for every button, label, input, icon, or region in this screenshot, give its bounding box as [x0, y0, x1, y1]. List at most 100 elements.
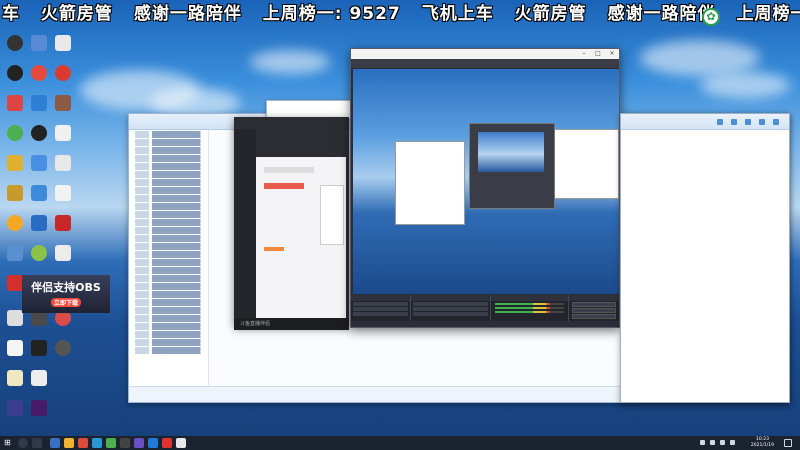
desktop-icon[interactable] [3, 65, 27, 81]
desktop-icon[interactable] [27, 400, 51, 416]
list-item[interactable] [135, 259, 204, 266]
list-item[interactable] [413, 307, 488, 311]
desktop-icon[interactable] [27, 155, 51, 171]
minimize-icon[interactable]: – [577, 49, 591, 59]
obs-titlebar[interactable]: – □ × [351, 49, 619, 59]
list-item[interactable] [135, 211, 204, 218]
list-item[interactable] [413, 302, 488, 306]
taskbar-app-icon[interactable] [148, 438, 158, 448]
desktop-icon[interactable] [3, 155, 27, 171]
taskbar[interactable]: ⊞ 10:23 2021/1/19 [0, 436, 800, 450]
list-item[interactable] [135, 291, 204, 298]
desktop-icon[interactable] [27, 125, 51, 141]
desktop-icon[interactable] [51, 245, 75, 261]
list-item[interactable] [135, 307, 204, 314]
desktop-icon[interactable] [3, 215, 27, 231]
toolbar-icon[interactable] [759, 119, 765, 125]
toolbar-icon[interactable] [717, 119, 723, 125]
desktop-icon[interactable] [51, 95, 75, 111]
taskbar-app-icon[interactable] [162, 438, 172, 448]
list-item[interactable] [135, 155, 204, 162]
tray-icon[interactable] [700, 440, 705, 445]
search-icon[interactable] [18, 438, 28, 448]
desktop-icon[interactable] [27, 95, 51, 111]
toolbar-icon[interactable] [745, 119, 751, 125]
desktop-icon[interactable] [3, 35, 27, 51]
desktop-icon[interactable] [51, 65, 75, 81]
list-item[interactable] [135, 331, 204, 338]
tray-icon[interactable] [710, 440, 715, 445]
browser-window[interactable] [620, 113, 790, 403]
desktop-icon[interactable] [3, 245, 27, 261]
task-view-icon[interactable] [32, 438, 42, 448]
desktop-icon[interactable] [51, 155, 75, 171]
maximize-icon[interactable]: □ [591, 49, 605, 59]
taskbar-app-icon[interactable] [50, 438, 60, 448]
toolbar-icon[interactable] [731, 119, 737, 125]
list-item[interactable] [135, 283, 204, 290]
taskbar-app-icon[interactable] [134, 438, 144, 448]
taskbar-app-icon[interactable] [176, 438, 186, 448]
taskbar-app-icon[interactable] [92, 438, 102, 448]
list-item[interactable] [135, 275, 204, 282]
list-item[interactable] [135, 219, 204, 226]
desktop-icon[interactable] [27, 35, 51, 51]
list-item[interactable] [353, 307, 408, 311]
obs-window[interactable]: – □ × [350, 48, 620, 328]
obs-preview[interactable] [353, 69, 619, 294]
live-app-sidebar[interactable] [234, 129, 256, 327]
list-item[interactable] [135, 203, 204, 210]
taskbar-app-icon[interactable] [120, 438, 130, 448]
list-item[interactable] [135, 147, 204, 154]
list-item[interactable] [135, 187, 204, 194]
list-item[interactable] [135, 251, 204, 258]
desktop-icon[interactable] [51, 340, 75, 356]
desktop-icon[interactable] [27, 340, 51, 356]
desktop-icon[interactable] [27, 215, 51, 231]
list-item[interactable] [135, 139, 204, 146]
start-recording-button[interactable] [572, 308, 616, 313]
list-item[interactable] [135, 339, 204, 346]
tray-icon[interactable] [720, 440, 725, 445]
desktop-icon[interactable] [51, 35, 75, 51]
list-item[interactable] [135, 267, 204, 274]
list-item[interactable] [353, 312, 408, 316]
notification-icon[interactable] [784, 439, 792, 447]
list-item[interactable] [135, 323, 204, 330]
studio-mode-button[interactable] [572, 314, 616, 319]
list-item[interactable] [135, 195, 204, 202]
taskbar-app-icon[interactable] [78, 438, 88, 448]
desktop-icon[interactable] [3, 125, 27, 141]
list-item[interactable] [135, 315, 204, 322]
desktop-icon[interactable] [51, 125, 75, 141]
taskbar-app-icon[interactable] [64, 438, 74, 448]
desktop-icon[interactable] [27, 245, 51, 261]
list-item[interactable] [413, 312, 488, 316]
desktop-icon[interactable] [3, 400, 27, 416]
list-item[interactable] [135, 179, 204, 186]
windows-start-icon[interactable]: ⊞ [4, 439, 11, 447]
live-streaming-app-window[interactable] [234, 117, 349, 327]
taskbar-clock[interactable]: 10:23 2021/1/19 [751, 437, 774, 449]
list-item[interactable] [135, 299, 204, 306]
tray-icon[interactable] [730, 440, 735, 445]
toolbar-icon[interactable] [773, 119, 779, 125]
desktop-icon[interactable] [27, 65, 51, 81]
desktop-icon[interactable] [3, 340, 27, 356]
browser-toolbar[interactable] [621, 114, 789, 130]
contact-list[interactable] [129, 130, 209, 388]
start-streaming-button[interactable] [572, 302, 616, 307]
list-item[interactable] [135, 347, 204, 354]
desktop-icon[interactable] [3, 370, 27, 386]
desktop-icon[interactable] [3, 185, 27, 201]
promo-banner[interactable]: 伴侣支持OBS 立即下载 [22, 275, 110, 313]
list-item[interactable] [135, 235, 204, 242]
promo-download-button[interactable]: 立即下载 [50, 298, 81, 307]
list-item[interactable] [135, 171, 204, 178]
list-item[interactable] [135, 163, 204, 170]
desktop-icon[interactable] [27, 370, 51, 386]
taskbar-app-icon[interactable] [106, 438, 116, 448]
list-item[interactable] [135, 243, 204, 250]
obs-menubar[interactable] [351, 59, 619, 68]
desktop-icon[interactable] [51, 215, 75, 231]
